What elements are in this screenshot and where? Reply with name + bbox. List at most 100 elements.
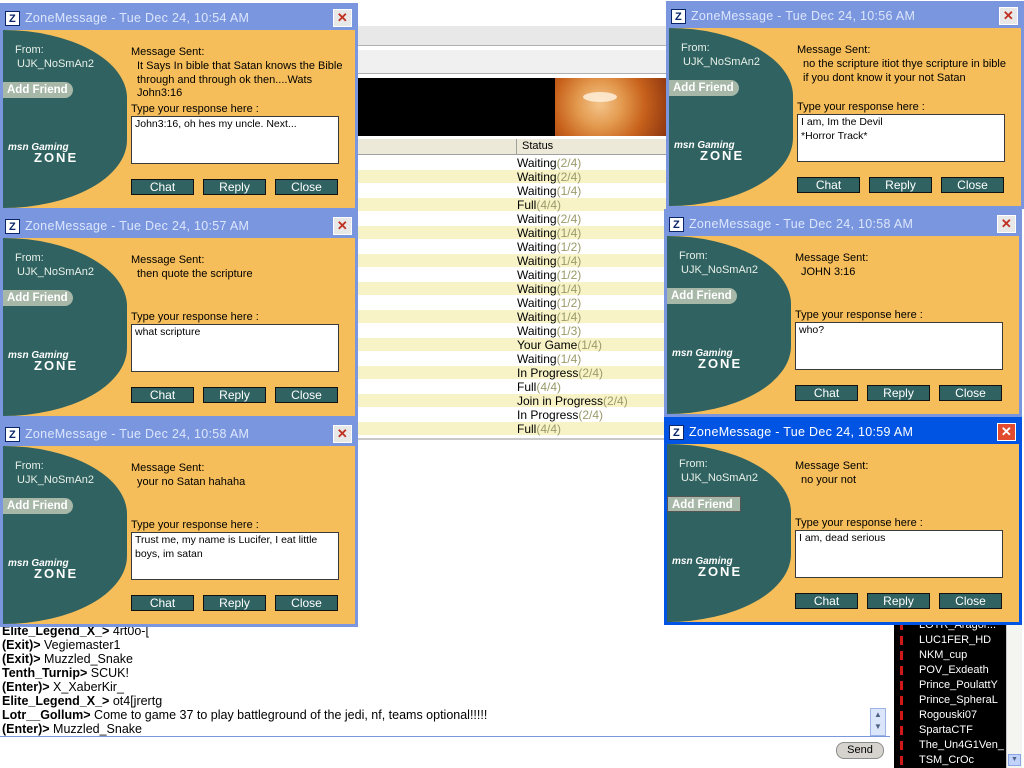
table-row[interactable]: Waiting(1/4)	[355, 226, 667, 240]
response-field[interactable]: what scripture	[131, 324, 339, 372]
add-friend-button[interactable]: Add Friend	[669, 80, 739, 96]
table-row[interactable]: Waiting(1/4)	[355, 310, 667, 324]
close-button[interactable]: Close	[275, 595, 338, 611]
reply-button[interactable]: Reply	[867, 385, 930, 401]
close-button[interactable]: Close	[941, 177, 1004, 193]
message-sent-text: your no Satan hahaha	[137, 476, 246, 488]
zone-message-window[interactable]: Z ZoneMessage - Tue Dec 24, 10:56 AM ✕ F…	[666, 1, 1024, 209]
msn-gaming-zone-logo: msn Gaming ZONE	[8, 142, 79, 165]
zone-message-window[interactable]: Z ZoneMessage - Tue Dec 24, 10:57 AM ✕ F…	[0, 211, 358, 419]
table-row[interactable]: Waiting(1/2)	[355, 296, 667, 310]
table-row[interactable]: Waiting(1/4)	[355, 352, 667, 366]
sender-name: UJK_NoSmAn2	[17, 58, 95, 70]
reply-button[interactable]: Reply	[203, 387, 266, 403]
user-list-scrollbar[interactable]: ▼	[1006, 618, 1022, 768]
zone-message-window[interactable]: Z ZoneMessage - Tue Dec 24, 10:59 AM ✕ F…	[664, 417, 1022, 625]
user-status-icon	[900, 681, 903, 690]
response-label: Type your response here :	[131, 519, 259, 531]
close-icon[interactable]: ✕	[997, 423, 1016, 441]
add-friend-button[interactable]: Add Friend	[667, 288, 737, 304]
table-row[interactable]: Waiting(2/4)	[355, 156, 667, 170]
table-row[interactable]: Full(4/4)	[355, 422, 667, 436]
window-titlebar[interactable]: Z ZoneMessage - Tue Dec 24, 10:56 AM ✕	[669, 4, 1021, 28]
close-icon[interactable]: ✕	[333, 425, 352, 443]
chat-button[interactable]: Chat	[131, 387, 194, 403]
table-row[interactable]: In Progress(2/4)	[355, 408, 667, 422]
scroll-up-icon[interactable]: ▲	[871, 709, 885, 721]
scroll-down-icon[interactable]: ▼	[871, 721, 885, 733]
send-button[interactable]: Send	[836, 742, 884, 759]
response-field[interactable]: who?	[795, 322, 1003, 370]
add-friend-button[interactable]: Add Friend	[3, 290, 73, 306]
table-row[interactable]: Waiting(2/4)	[355, 170, 667, 184]
list-item[interactable]: SpartaCTF	[894, 723, 1006, 738]
chat-button[interactable]: Chat	[795, 593, 858, 609]
response-field[interactable]: I am, dead serious	[795, 530, 1003, 578]
list-item[interactable]: TSM_CrOc	[894, 753, 1006, 768]
table-row[interactable]: Full(4/4)	[355, 380, 667, 394]
pane-splitter[interactable]	[355, 438, 667, 440]
close-button[interactable]: Close	[275, 387, 338, 403]
list-item[interactable]: The_Un4G1Ven_	[894, 738, 1006, 753]
table-row[interactable]: Full(4/4)	[355, 198, 667, 212]
reply-button[interactable]: Reply	[203, 179, 266, 195]
game-status: Waiting(2/4)	[517, 170, 582, 184]
window-titlebar[interactable]: Z ZoneMessage - Tue Dec 24, 10:58 AM ✕	[3, 422, 355, 446]
ad-banner[interactable]	[355, 78, 667, 136]
column-divider[interactable]	[516, 139, 517, 155]
table-row[interactable]: Waiting(1/4)	[355, 282, 667, 296]
table-row[interactable]: Waiting(1/2)	[355, 268, 667, 282]
teal-panel	[3, 30, 127, 208]
zone-message-window[interactable]: Z ZoneMessage - Tue Dec 24, 10:58 AM ✕ F…	[664, 209, 1022, 417]
list-item[interactable]: LUC1FER_HD	[894, 633, 1006, 648]
close-icon[interactable]: ✕	[997, 215, 1016, 233]
add-friend-button[interactable]: Add Friend	[667, 496, 741, 512]
response-field[interactable]: Trust me, my name is Lucifer, I eat litt…	[131, 532, 339, 580]
message-body: From: UJK_NoSmAn2 Add Friend msn Gaming Z…	[3, 30, 355, 208]
table-row[interactable]: Waiting(1/3)	[355, 324, 667, 338]
chat-button[interactable]: Chat	[131, 595, 194, 611]
list-item[interactable]: Rogouski07	[894, 708, 1006, 723]
chat-button[interactable]: Chat	[131, 179, 194, 195]
table-row[interactable]: In Progress(2/4)	[355, 366, 667, 380]
window-titlebar[interactable]: Z ZoneMessage - Tue Dec 24, 10:54 AM ✕	[3, 6, 355, 30]
close-button[interactable]: Close	[275, 179, 338, 195]
table-row[interactable]: Your Game(1/4)	[355, 338, 667, 352]
response-field[interactable]: I am, Im the Devil *Horror Track*	[797, 114, 1005, 162]
response-field[interactable]: John3:16, oh hes my uncle. Next...	[131, 116, 339, 164]
window-titlebar[interactable]: Z ZoneMessage - Tue Dec 24, 10:57 AM ✕	[3, 214, 355, 238]
window-title: ZoneMessage - Tue Dec 24, 10:58 AM	[689, 217, 914, 231]
table-row[interactable]: Waiting(1/2)	[355, 240, 667, 254]
chat-input[interactable]	[0, 736, 890, 768]
chat-button[interactable]: Chat	[797, 177, 860, 193]
add-friend-button[interactable]: Add Friend	[3, 498, 73, 514]
table-row[interactable]: Join in Progress(2/4)	[355, 394, 667, 408]
close-button[interactable]: Close	[939, 385, 1002, 401]
msn-gaming-zone-logo: msn Gaming ZONE	[674, 140, 745, 163]
chat-scrollbar[interactable]: ▲ ▼	[870, 708, 886, 736]
list-item[interactable]: NKM_cup	[894, 648, 1006, 663]
zone-message-window[interactable]: Z ZoneMessage - Tue Dec 24, 10:54 AM ✕ F…	[0, 3, 358, 211]
list-item[interactable]: Prince_PoulattY	[894, 678, 1006, 693]
reply-button[interactable]: Reply	[867, 593, 930, 609]
close-button[interactable]: Close	[939, 593, 1002, 609]
reply-button[interactable]: Reply	[869, 177, 932, 193]
close-icon[interactable]: ✕	[999, 7, 1018, 25]
close-icon[interactable]: ✕	[333, 9, 352, 27]
table-row[interactable]: Waiting(1/4)	[355, 254, 667, 268]
chat-button[interactable]: Chat	[795, 385, 858, 401]
status-column-header[interactable]: Status	[522, 140, 553, 152]
list-item[interactable]: Prince_SpheraL	[894, 693, 1006, 708]
table-row[interactable]: Waiting(1/4)	[355, 184, 667, 198]
add-friend-button[interactable]: Add Friend	[3, 82, 73, 98]
list-item[interactable]: POV_Exdeath	[894, 663, 1006, 678]
zone-message-window[interactable]: Z ZoneMessage - Tue Dec 24, 10:58 AM ✕ F…	[0, 419, 358, 627]
table-row[interactable]: Waiting(2/4)	[355, 212, 667, 226]
window-titlebar[interactable]: Z ZoneMessage - Tue Dec 24, 10:59 AM ✕	[667, 420, 1019, 444]
reply-button[interactable]: Reply	[203, 595, 266, 611]
message-sent-text: no your not	[801, 474, 857, 486]
close-icon[interactable]: ✕	[333, 217, 352, 235]
chat-line: (Enter)> Muzzled_Snake	[2, 722, 142, 736]
window-titlebar[interactable]: Z ZoneMessage - Tue Dec 24, 10:58 AM ✕	[667, 212, 1019, 236]
scroll-down-icon[interactable]: ▼	[1008, 754, 1021, 766]
